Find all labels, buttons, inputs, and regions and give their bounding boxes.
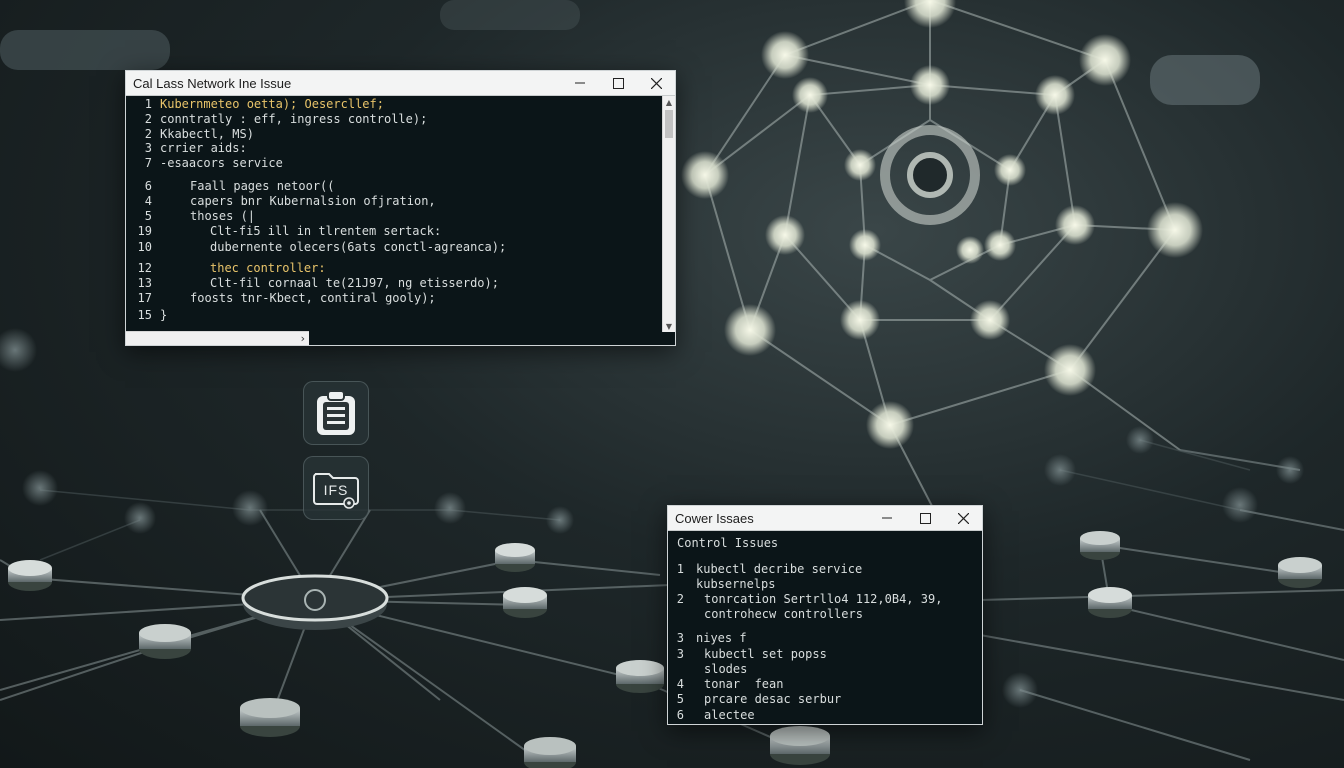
clipboard-icon [317, 390, 355, 435]
close-button[interactable] [944, 506, 982, 530]
maximize-button[interactable] [906, 506, 944, 530]
maximize-button[interactable] [599, 71, 637, 95]
minimize-button[interactable] [561, 71, 599, 95]
issue-text: prcare desac serbur [704, 692, 842, 706]
code-text: Clt-fi5 ill in tlrentem sertack: [210, 224, 442, 238]
line-number: 19 [137, 224, 152, 238]
line-number: 3 [144, 141, 152, 155]
line-number: 15 [137, 308, 152, 322]
line-number: 6 [144, 179, 152, 193]
line-number: 4 [144, 194, 152, 208]
line-number: 3 [676, 647, 684, 661]
scroll-right-icon[interactable]: › [301, 332, 305, 345]
code-text: Kkabectl, MS) [160, 127, 254, 141]
line-number: 12 [137, 261, 152, 275]
code-text: dubernente olecers(6ats conctl-agreanca)… [210, 240, 507, 254]
ifs-label: IFS [323, 482, 349, 498]
scroll-up-icon[interactable]: ▲ [663, 96, 675, 108]
close-icon [957, 512, 969, 524]
line-number: 2 [676, 592, 684, 606]
code-text: thec controller: [210, 261, 326, 275]
code-text: thoses (| [190, 209, 256, 223]
scroll-thumb[interactable] [665, 110, 673, 138]
line-number: 5 [144, 209, 152, 223]
line-number: 2 [144, 127, 152, 141]
main-window-title: Cal Lass Network Ine Issue [133, 75, 292, 91]
code-text: Clt-fil cornaal te(21J97, ng etisserdo); [210, 276, 499, 290]
issue-text: kubectl set popss [704, 647, 827, 661]
code-editor[interactable]: 1 Kubernmeteo oetta); Oesercllef; 2 conntr… [126, 96, 662, 332]
code-text: capers bnr Kubernalsion ofjration, [190, 194, 436, 208]
control-issues-content[interactable]: Control Issues 1 kubectl decribe service … [668, 531, 982, 724]
line-number: 13 [137, 276, 152, 290]
code-text: } [160, 308, 168, 322]
issue-text: kubectl decribe service [696, 562, 863, 576]
issue-text: kubsernelps [696, 577, 776, 591]
line-number: 3 [676, 631, 684, 645]
vertical-scrollbar[interactable]: ▲ ▼ [662, 96, 675, 332]
issue-text: tonar fean [704, 677, 784, 691]
line-number: 6 [676, 708, 684, 722]
line-number: 7 [144, 156, 152, 170]
secondary-window-title: Cower Issaes [675, 510, 754, 526]
issue-text: slodes [704, 662, 748, 676]
minimize-button[interactable] [868, 506, 906, 530]
issue-text: alectee [704, 708, 755, 722]
horizontal-scrollbar[interactable]: › [126, 331, 309, 345]
control-issues-window[interactable]: Cower Issaes Control Issues 1 kubectl dec… [667, 505, 983, 725]
line-number: 10 [137, 240, 152, 254]
line-number: 4 [676, 677, 684, 691]
control-issues-heading: Control Issues [677, 536, 779, 550]
line-number: 17 [137, 291, 152, 305]
minimize-icon [575, 82, 585, 84]
issue-text: niyes f [696, 631, 747, 645]
line-number: 5 [676, 692, 684, 706]
clipboard-button[interactable] [303, 381, 369, 445]
issue-text: controhecw controllers [704, 607, 863, 621]
secondary-window-titlebar[interactable]: Cower Issaes [668, 506, 982, 531]
code-text: Kubernmeteo oetta); Oesercllef; [160, 97, 384, 111]
line-number: 2 [144, 112, 152, 126]
code-text: Faall pages netoor(( [190, 179, 335, 193]
maximize-icon [612, 77, 624, 89]
code-text: -esaacors service [160, 156, 283, 170]
ifs-button[interactable]: IFS [303, 456, 369, 520]
line-number: 1 [144, 97, 152, 111]
close-button[interactable] [637, 71, 675, 95]
close-icon [650, 77, 662, 89]
issue-text: tonrcation Sertrllo4 112,0B4, 39, [704, 592, 943, 606]
scroll-down-icon[interactable]: ▼ [663, 320, 675, 332]
maximize-icon [919, 512, 931, 524]
code-text: crrier aids: [160, 141, 247, 155]
main-code-window[interactable]: Cal Lass Network Ine Issue 1 Kubernmeteo … [125, 70, 676, 346]
main-window-titlebar[interactable]: Cal Lass Network Ine Issue [126, 71, 675, 96]
code-text: conntratly : eff, ingress controlle); [160, 112, 428, 126]
minimize-icon [882, 517, 892, 519]
line-number: 1 [676, 562, 684, 576]
code-text: foosts tnr-Kbect, contiral gooly); [190, 291, 436, 305]
